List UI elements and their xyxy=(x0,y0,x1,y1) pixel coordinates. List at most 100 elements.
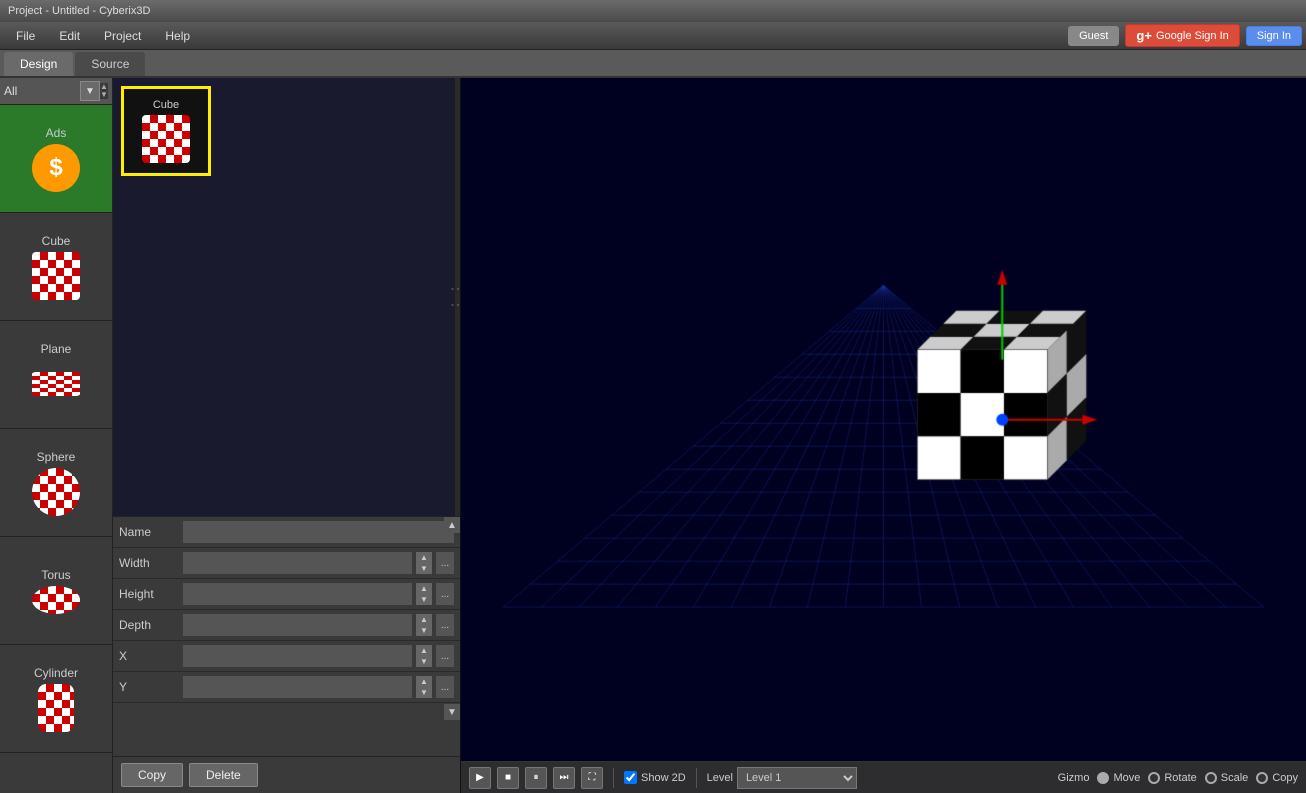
object-item-cylinder[interactable]: Cylinder xyxy=(0,645,112,753)
radio-scale-dot[interactable] xyxy=(1205,772,1217,784)
radio-rotate-label[interactable]: Rotate xyxy=(1164,772,1196,784)
cylinder-icon xyxy=(38,684,74,732)
object-item-sphere[interactable]: Sphere xyxy=(0,429,112,537)
torus-icon xyxy=(32,586,80,614)
ads-label: Ads xyxy=(46,126,67,140)
gizmo-area: Gizmo Move Rotate Scale Copy xyxy=(1058,772,1298,784)
prop-depth-input[interactable] xyxy=(183,614,412,636)
prop-name-label: Name xyxy=(119,525,179,539)
prop-x-down[interactable]: ▼ xyxy=(416,656,432,667)
prop-row-x: X ▲ ▼ ... xyxy=(113,641,460,672)
fullscreen-button[interactable]: ⛶ xyxy=(581,767,603,789)
prop-depth-stepper: ▲ ▼ xyxy=(416,614,432,636)
radio-rotate[interactable]: Rotate xyxy=(1148,772,1196,784)
radio-scale-label[interactable]: Scale xyxy=(1221,772,1249,784)
menu-help[interactable]: Help xyxy=(153,25,202,47)
prop-y-more[interactable]: ... xyxy=(436,676,454,698)
show2d-checkbox[interactable] xyxy=(624,771,637,784)
prop-y-down[interactable]: ▼ xyxy=(416,687,432,698)
prop-depth-down[interactable]: ▼ xyxy=(416,625,432,636)
radio-move-dot[interactable] xyxy=(1097,772,1109,784)
tab-design[interactable]: Design xyxy=(4,52,73,76)
prop-name-input[interactable] xyxy=(183,521,454,543)
sphere-icon xyxy=(32,468,80,516)
tab-source[interactable]: Source xyxy=(75,52,145,76)
tabbar: Design Source xyxy=(0,50,1306,78)
object-item-cube[interactable]: Cube xyxy=(0,213,112,321)
radio-copy[interactable]: Copy xyxy=(1256,772,1298,784)
middle-panel: Cube ⋮⋮ ▲ Name Width xyxy=(113,78,461,793)
menu-file[interactable]: File xyxy=(4,25,47,47)
prop-width-input[interactable] xyxy=(183,552,412,574)
prop-width-down[interactable]: ▼ xyxy=(416,563,432,574)
main-layout: All ▼ ▲ ▼ Ads $ Cube Plane xyxy=(0,78,1306,793)
prop-y-input[interactable] xyxy=(183,676,412,698)
category-label: All xyxy=(4,84,80,98)
radio-move[interactable]: Move xyxy=(1097,772,1140,784)
level-area: Level Level 1 Level 2 Level 3 xyxy=(707,767,857,789)
play-button[interactable]: ▶ xyxy=(469,767,491,789)
cube-label: Cube xyxy=(42,234,71,248)
radio-scale[interactable]: Scale xyxy=(1205,772,1249,784)
viewport-canvas xyxy=(461,78,1306,793)
category-selector[interactable]: All ▼ ▲ ▼ xyxy=(0,78,112,105)
properties-scroll[interactable]: Name Width ▲ ▼ ... Height xyxy=(113,517,460,756)
prop-row-width: Width ▲ ▼ ... xyxy=(113,548,460,579)
prop-y-up[interactable]: ▲ xyxy=(416,676,432,687)
prop-x-stepper: ▲ ▼ xyxy=(416,645,432,667)
ads-icon: $ xyxy=(32,144,80,192)
prop-width-label: Width xyxy=(119,556,179,570)
prop-width-up[interactable]: ▲ xyxy=(416,552,432,563)
radio-rotate-dot[interactable] xyxy=(1148,772,1160,784)
prop-row-depth: Depth ▲ ▼ ... xyxy=(113,610,460,641)
cube-icon xyxy=(32,252,80,300)
delete-button[interactable]: Delete xyxy=(189,763,258,787)
scroll-down-icon[interactable]: ▼ xyxy=(447,707,457,718)
google-signin-button[interactable]: g+ Google Sign In xyxy=(1125,24,1239,47)
left-panel: All ▼ ▲ ▼ Ads $ Cube Plane xyxy=(0,78,113,793)
radio-copy-dot[interactable] xyxy=(1256,772,1268,784)
prop-depth-more[interactable]: ... xyxy=(436,614,454,636)
prop-depth-label: Depth xyxy=(119,618,179,632)
show2d-label[interactable]: Show 2D xyxy=(641,772,686,784)
radio-move-label[interactable]: Move xyxy=(1113,772,1140,784)
action-buttons: Copy Delete xyxy=(113,756,460,793)
gizmo-label: Gizmo xyxy=(1058,772,1090,784)
guest-button[interactable]: Guest xyxy=(1068,26,1119,46)
signin-button[interactable]: Sign In xyxy=(1246,26,1302,46)
prop-width-stepper: ▲ ▼ xyxy=(416,552,432,574)
prop-width-more[interactable]: ... xyxy=(436,552,454,574)
grid-item-cube[interactable]: Cube xyxy=(121,86,211,176)
cylinder-label: Cylinder xyxy=(34,666,78,680)
copy-button[interactable]: Copy xyxy=(121,763,183,787)
object-item-plane[interactable]: Plane xyxy=(0,321,112,429)
panel-drag-handle[interactable]: ⋮⋮ xyxy=(455,78,460,516)
menu-edit[interactable]: Edit xyxy=(47,25,92,47)
object-item-torus[interactable]: Torus xyxy=(0,537,112,645)
prop-height-up[interactable]: ▲ xyxy=(416,583,432,594)
stop-button[interactable]: ■ xyxy=(497,767,519,789)
prop-x-more[interactable]: ... xyxy=(436,645,454,667)
prop-height-input[interactable] xyxy=(183,583,412,605)
menubar: File Edit Project Help Guest g+ Google S… xyxy=(0,22,1306,50)
auth-area: Guest g+ Google Sign In Sign In xyxy=(1068,24,1302,47)
torus-label: Torus xyxy=(41,568,70,582)
prop-row-y: Y ▲ ▼ ... xyxy=(113,672,460,703)
google-icon: g+ xyxy=(1136,28,1152,43)
pause-button[interactable]: ⏸ xyxy=(525,767,547,789)
level-select[interactable]: Level 1 Level 2 Level 3 xyxy=(737,767,857,789)
viewport[interactable]: ▶ ■ ⏸ ⏭ ⛶ Show 2D Level Level 1 Level 2 … xyxy=(461,78,1306,793)
radio-copy-label[interactable]: Copy xyxy=(1272,772,1298,784)
menu-project[interactable]: Project xyxy=(92,25,153,47)
prop-x-input[interactable] xyxy=(183,645,412,667)
skip-forward-button[interactable]: ⏭ xyxy=(553,767,575,789)
plane-icon xyxy=(32,372,80,396)
prop-height-down[interactable]: ▼ xyxy=(416,594,432,605)
category-dropdown-arrow[interactable]: ▼ xyxy=(80,81,100,101)
object-item-ads[interactable]: Ads $ xyxy=(0,105,112,213)
prop-depth-up[interactable]: ▲ xyxy=(416,614,432,625)
titlebar: Project - Untitled - Cyberix3D xyxy=(0,0,1306,22)
scroll-up-icon[interactable]: ▲ xyxy=(447,520,457,531)
prop-x-up[interactable]: ▲ xyxy=(416,645,432,656)
prop-height-more[interactable]: ... xyxy=(436,583,454,605)
